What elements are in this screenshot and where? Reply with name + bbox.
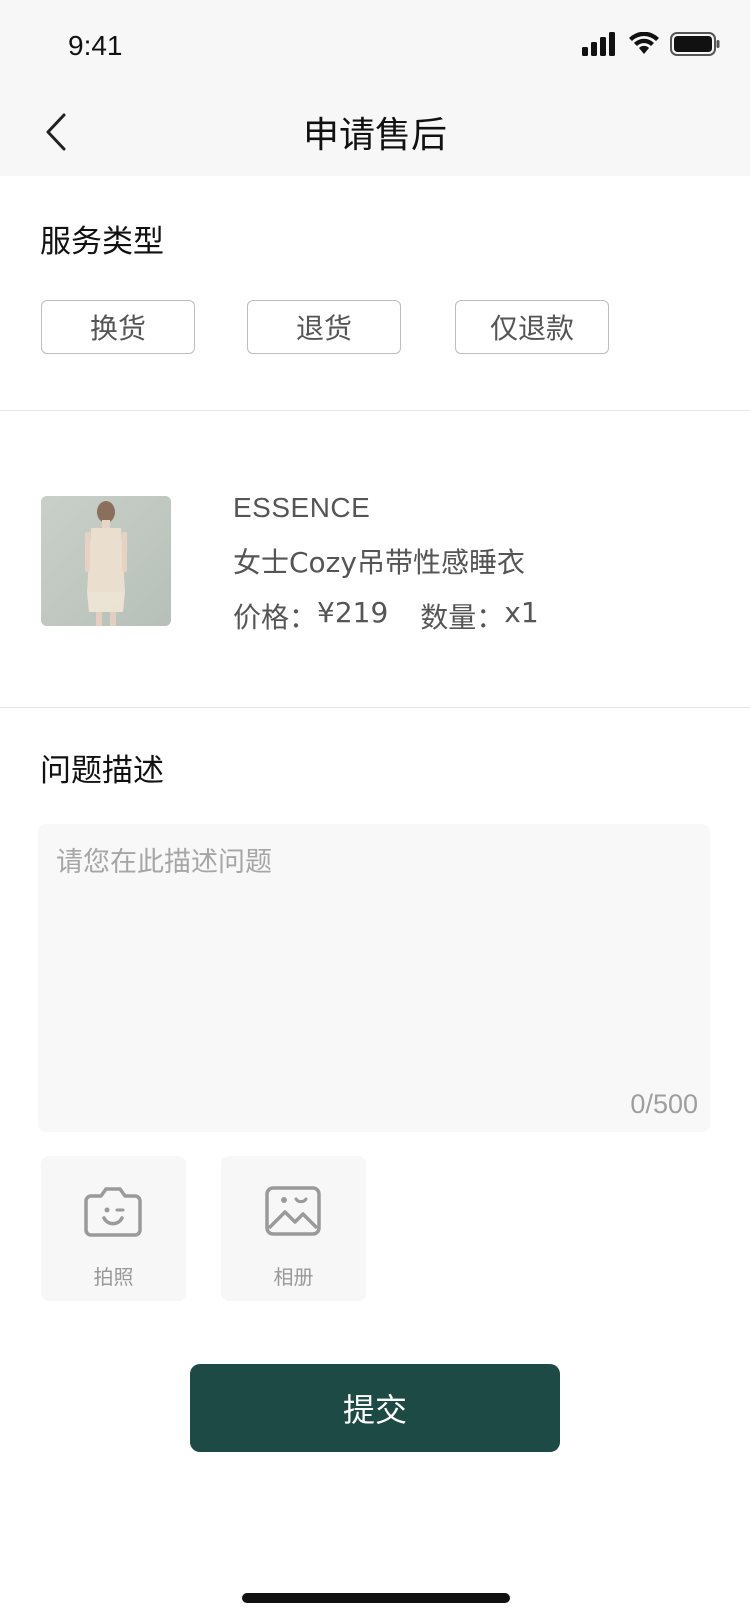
- quantity-value: x1: [504, 596, 539, 629]
- camera-icon: [84, 1187, 142, 1237]
- photo-album-label: 相册: [273, 1265, 314, 1289]
- section-divider: [0, 707, 750, 708]
- status-bar: 9:41: [0, 0, 750, 88]
- photo-album-button[interactable]: 相册: [221, 1156, 366, 1301]
- character-counter: 0/500: [630, 1089, 698, 1119]
- price-label: 价格：: [233, 601, 318, 634]
- page-title: 申请售后: [302, 115, 447, 156]
- exchange-option-button[interactable]: 换货: [41, 300, 195, 354]
- take-photo-label: 拍照: [93, 1265, 134, 1289]
- product-image: [41, 496, 171, 626]
- product-brand: ESSENCE: [233, 492, 371, 523]
- take-photo-button[interactable]: 拍照: [41, 1156, 186, 1301]
- product-name: 女士Cozy吊带性感睡衣: [233, 546, 525, 579]
- refund-only-option-button[interactable]: 仅退款: [455, 300, 609, 354]
- quantity-label: 数量：: [420, 601, 505, 634]
- home-indicator: [242, 1593, 510, 1603]
- problem-description-title: 问题描述: [40, 753, 164, 789]
- service-type-title: 服务类型: [40, 224, 164, 260]
- status-time: 9:41: [68, 30, 123, 61]
- signal-icon: [582, 32, 615, 56]
- product-photo-dress: [41, 496, 171, 626]
- navigation-bar: 申请售后: [0, 88, 750, 176]
- wifi-icon: [629, 32, 659, 54]
- problem-description-input[interactable]: 请您在此描述问题 0/500: [38, 824, 710, 1132]
- price-quantity-row: 价格： ¥219 数量： x1: [233, 596, 539, 636]
- price-value: ¥219: [317, 596, 389, 629]
- submit-button[interactable]: 提交: [190, 1364, 560, 1452]
- system-icons: [582, 32, 720, 56]
- image-gallery-icon: [265, 1186, 321, 1236]
- section-divider: [0, 410, 750, 411]
- input-placeholder: 请您在此描述问题: [56, 847, 272, 878]
- battery-icon: [670, 32, 720, 56]
- return-option-button[interactable]: 退货: [247, 300, 401, 354]
